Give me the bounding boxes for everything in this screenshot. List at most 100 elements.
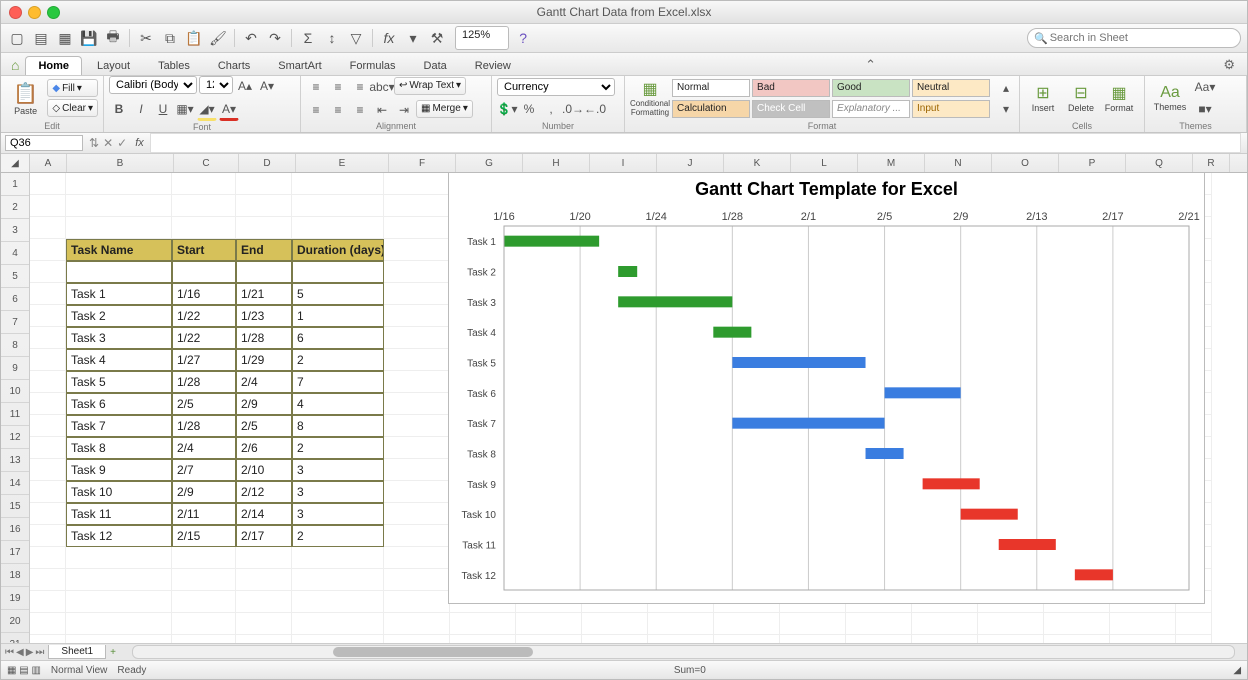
grow-font-icon[interactable]: A▴ [235,76,255,96]
theme-fonts-icon[interactable]: ■▾ [1192,99,1218,119]
cell[interactable]: Task 6 [66,393,172,415]
cell[interactable] [236,635,292,643]
cell[interactable]: Task 8 [66,437,172,459]
cell[interactable] [30,393,66,415]
open-icon[interactable]: ▤ [31,28,51,48]
underline-button[interactable]: U [153,99,173,119]
cell[interactable] [66,569,172,591]
cell[interactable]: Task 3 [66,327,172,349]
cell[interactable] [1044,635,1110,643]
copy-icon[interactable]: ⧉ [160,28,180,48]
row-header[interactable]: 6 [1,288,29,311]
cell[interactable] [1110,613,1176,635]
cell[interactable] [384,437,450,459]
cell[interactable] [292,613,384,635]
cell[interactable]: Start [172,239,236,261]
row-header[interactable]: 15 [1,495,29,518]
column-header[interactable]: M [858,154,925,172]
style-neutral[interactable]: Neutral [912,79,990,97]
cell[interactable] [30,349,66,371]
column-header[interactable]: I [590,154,657,172]
cell[interactable] [30,635,66,643]
percent-icon[interactable]: % [519,99,539,119]
cell[interactable] [66,613,172,635]
number-format-select[interactable]: Currency [497,78,615,96]
paste-icon[interactable]: 📋 [184,28,204,48]
first-sheet-icon[interactable]: ⏮ [5,647,14,658]
dec-decimal-icon[interactable]: ←.0 [585,99,605,119]
cancel-fx-icon[interactable]: ✕ [103,136,113,150]
cell[interactable]: 1/28 [172,415,236,437]
home-icon[interactable]: ⌂ [7,55,23,75]
clear-button[interactable]: ◇Clear▾ [47,99,98,117]
last-sheet-icon[interactable]: ⏭ [35,647,44,658]
format-cells-button[interactable]: ▦Format [1101,76,1137,120]
cell[interactable]: Task Name [66,239,172,261]
align-right-icon[interactable]: ≡ [350,100,370,120]
column-header[interactable]: R [1193,154,1230,172]
cell[interactable]: 7 [292,371,384,393]
cell[interactable]: 2/14 [236,503,292,525]
column-header[interactable]: Q [1126,154,1193,172]
align-top-icon[interactable]: ≡ [306,77,326,97]
cell[interactable]: 2/7 [172,459,236,481]
cell[interactable] [384,503,450,525]
style-explanatory[interactable]: Explanatory ... [832,100,910,118]
cell[interactable]: 2/6 [236,437,292,459]
tab-review[interactable]: Review [462,56,524,75]
shrink-font-icon[interactable]: A▾ [257,76,277,96]
column-header[interactable]: L [791,154,858,172]
cell[interactable] [30,371,66,393]
comma-icon[interactable]: , [541,99,561,119]
cell[interactable] [236,217,292,239]
cell[interactable] [172,635,236,643]
align-left-icon[interactable]: ≡ [306,100,326,120]
cell[interactable] [66,261,172,283]
orientation-icon[interactable]: abc▾ [372,77,392,97]
cell[interactable] [384,525,450,547]
currency-icon[interactable]: 💲▾ [497,99,517,119]
name-box[interactable] [5,135,83,151]
cell[interactable] [714,635,780,643]
sort-icon[interactable]: ↕ [322,28,342,48]
column-header[interactable]: F [389,154,456,172]
cell[interactable] [912,613,978,635]
column-header[interactable]: J [657,154,724,172]
help-icon[interactable]: ? [513,28,533,48]
cell[interactable] [978,635,1044,643]
cell[interactable] [1044,613,1110,635]
cell[interactable] [780,635,846,643]
column-header[interactable]: B [67,154,174,172]
cell[interactable]: Duration (days) [292,239,384,261]
cell[interactable] [582,635,648,643]
save-icon[interactable]: 💾 [79,28,99,48]
cell[interactable] [292,547,384,569]
cell[interactable] [1110,635,1176,643]
conditional-formatting-button[interactable]: ▦Conditional Formatting [630,76,670,120]
print-icon[interactable]: 🖶 [103,28,123,48]
cell[interactable]: 2/15 [172,525,236,547]
cell[interactable]: 6 [292,327,384,349]
tab-tables[interactable]: Tables [145,56,203,75]
show-hide-icon[interactable]: ▾ [403,28,423,48]
fill-button[interactable]: ◆Fill▾ [47,79,98,97]
row-header[interactable]: 8 [1,334,29,357]
style-input[interactable]: Input [912,100,990,118]
cell[interactable]: End [236,239,292,261]
indent-dec-icon[interactable]: ⇤ [372,100,392,120]
autosum-icon[interactable]: Σ [298,28,318,48]
style-down-icon[interactable]: ▾ [996,99,1016,119]
font-color-button[interactable]: A▾ [219,99,239,121]
align-bot-icon[interactable]: ≡ [350,77,370,97]
row-header[interactable]: 4 [1,242,29,265]
next-sheet-icon[interactable]: ▶ [26,647,34,658]
style-good[interactable]: Good [832,79,910,97]
cell[interactable] [236,547,292,569]
cell[interactable] [30,503,66,525]
row-header[interactable]: 5 [1,265,29,288]
cell[interactable] [66,217,172,239]
cell[interactable] [292,635,384,643]
cell[interactable]: 8 [292,415,384,437]
row-header[interactable]: 16 [1,518,29,541]
cell[interactable] [648,635,714,643]
